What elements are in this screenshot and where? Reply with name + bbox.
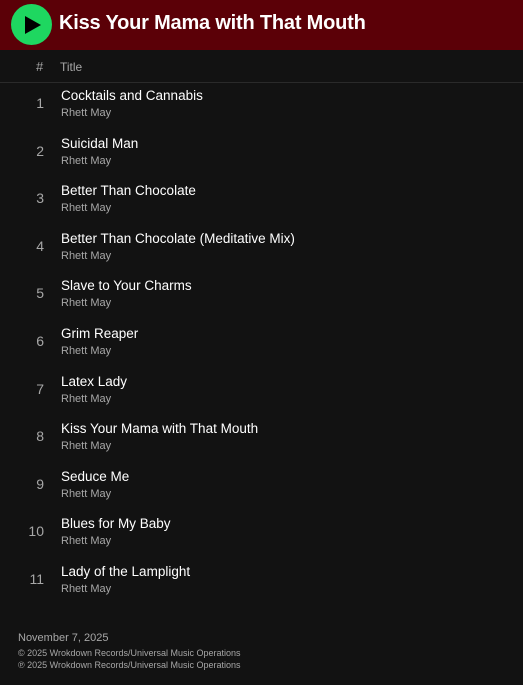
track-artist[interactable]: Rhett May xyxy=(61,535,111,547)
track-row[interactable]: 11 Lady of the Lamplight Rhett May xyxy=(0,559,523,607)
track-row[interactable]: 8 Kiss Your Mama with That Mouth Rhett May xyxy=(0,416,523,464)
track-row[interactable]: 6 Grim Reaper Rhett May xyxy=(0,321,523,369)
track-artist[interactable]: Rhett May xyxy=(61,393,111,405)
track-title[interactable]: Kiss Your Mama with That Mouth xyxy=(61,421,258,436)
track-number: 11 xyxy=(29,570,44,587)
track-artist[interactable]: Rhett May xyxy=(61,345,111,357)
album-footer: November 7, 2025 © 2025 Wrokdown Records… xyxy=(18,632,241,671)
track-number: 7 xyxy=(36,380,44,397)
release-date: November 7, 2025 xyxy=(18,632,109,644)
track-artist[interactable]: Rhett May xyxy=(61,297,111,309)
copyright-line: © 2025 Wrokdown Records/Universal Music … xyxy=(18,648,241,658)
column-number-header: # xyxy=(36,59,44,74)
track-row[interactable]: 7 Latex Lady Rhett May xyxy=(0,369,523,417)
track-number: 1 xyxy=(36,95,44,111)
track-number: 2 xyxy=(36,142,44,159)
track-number: 3 xyxy=(36,190,44,207)
track-title[interactable]: Slave to Your Charms xyxy=(61,278,192,293)
track-row[interactable]: 5 Slave to Your Charms Rhett May xyxy=(0,273,523,321)
play-icon xyxy=(25,15,41,34)
track-row[interactable]: 1 Cocktails and Cannabis Rhett May xyxy=(0,83,523,131)
album-header: Kiss Your Mama with That Mouth xyxy=(0,0,523,50)
track-title[interactable]: Suicidal Man xyxy=(61,136,138,151)
track-row[interactable]: 2 Suicidal Man Rhett May xyxy=(0,131,523,179)
track-number: 10 xyxy=(28,523,44,540)
track-number: 9 xyxy=(36,475,44,492)
phonographic-copyright-line: ℗ 2025 Wrokdown Records/Universal Music … xyxy=(18,660,241,670)
track-row[interactable]: 10 Blues for My Baby Rhett May xyxy=(0,511,523,559)
track-artist[interactable]: Rhett May xyxy=(61,155,111,167)
track-artist[interactable]: Rhett May xyxy=(61,440,111,452)
track-title[interactable]: Seduce Me xyxy=(61,469,129,484)
album-title: Kiss Your Mama with That Mouth xyxy=(59,12,366,34)
track-title[interactable]: Cocktails and Cannabis xyxy=(61,88,203,103)
track-row[interactable]: 4 Better Than Chocolate (Meditative Mix) R… xyxy=(0,226,523,274)
track-artist[interactable]: Rhett May xyxy=(61,583,111,595)
track-title[interactable]: Lady of the Lamplight xyxy=(61,564,190,579)
track-row[interactable]: 3 Better Than Chocolate Rhett May xyxy=(0,178,523,226)
track-title[interactable]: Blues for My Baby xyxy=(61,516,171,531)
track-table-header: # Title xyxy=(0,50,523,83)
column-title-header: Title xyxy=(60,60,83,74)
track-row[interactable]: 9 Seduce Me Rhett May xyxy=(0,464,523,512)
track-number: 6 xyxy=(36,332,44,349)
track-artist[interactable]: Rhett May xyxy=(61,202,111,214)
track-artist[interactable]: Rhett May xyxy=(61,250,111,262)
track-number: 5 xyxy=(36,285,44,302)
track-number: 8 xyxy=(36,428,44,445)
track-title[interactable]: Better Than Chocolate (Meditative Mix) xyxy=(61,231,295,246)
track-number: 4 xyxy=(36,237,44,254)
track-title[interactable]: Grim Reaper xyxy=(61,326,138,341)
track-title[interactable]: Latex Lady xyxy=(61,374,127,389)
track-artist[interactable]: Rhett May xyxy=(61,488,111,500)
track-artist[interactable]: Rhett May xyxy=(61,107,111,119)
play-button[interactable] xyxy=(11,4,52,45)
track-title[interactable]: Better Than Chocolate xyxy=(61,183,196,198)
track-list: 1 Cocktails and Cannabis Rhett May 2 Suicida… xyxy=(0,83,523,607)
